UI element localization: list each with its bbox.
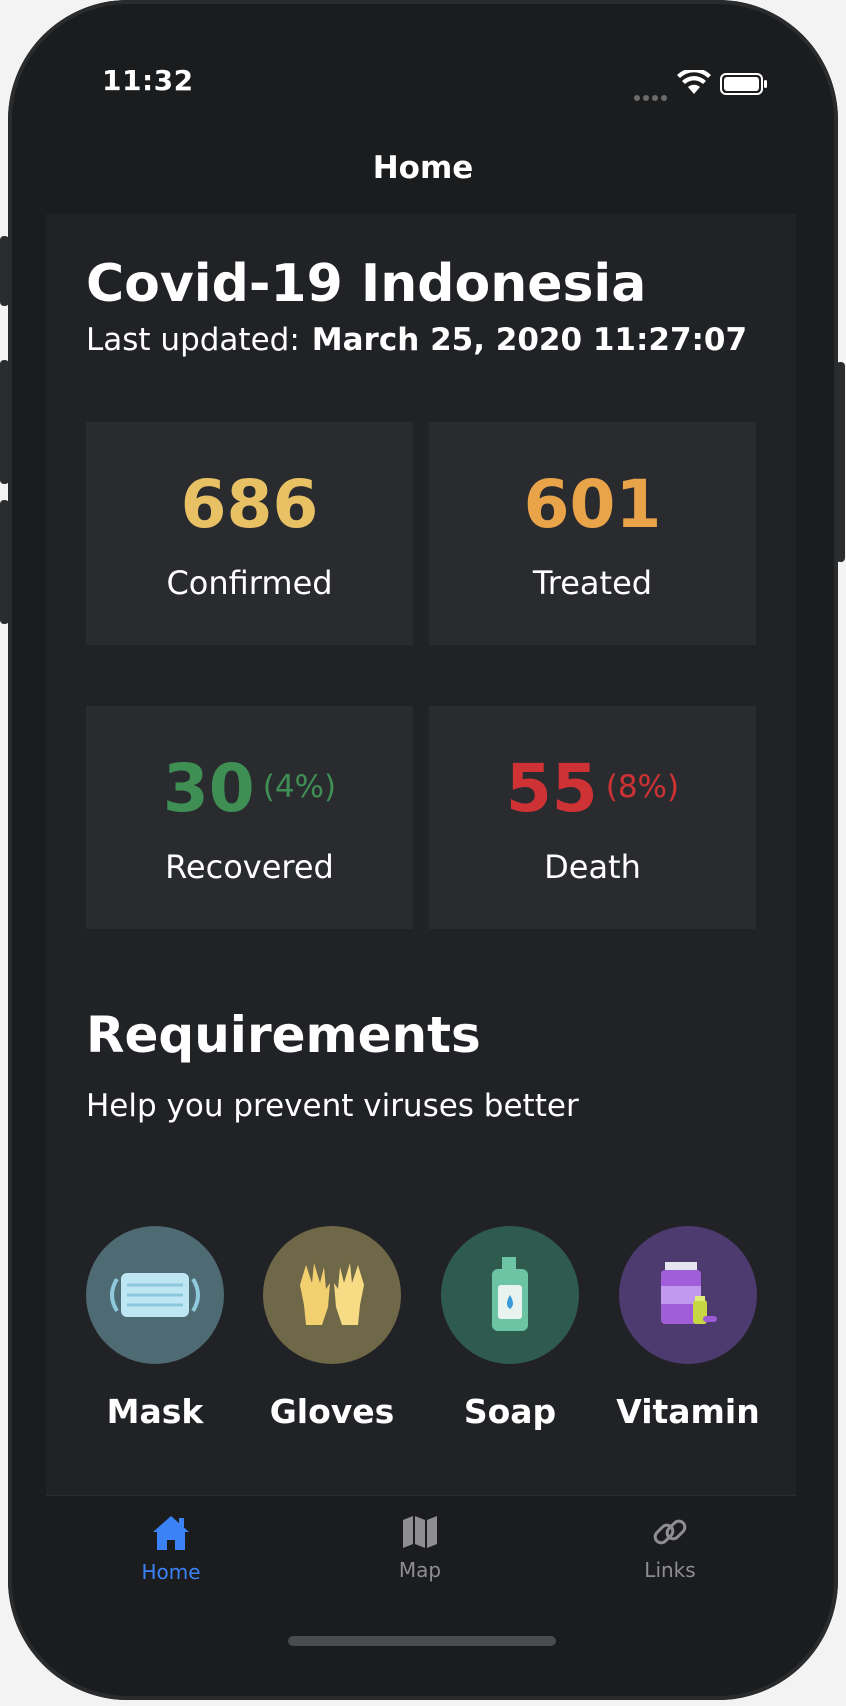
page-title: Covid-19 Indonesia [86,254,647,314]
nav-title: Home [372,150,474,186]
death-count: 55 [505,750,598,827]
death-label: Death [544,848,641,886]
cellular-signal-icon [634,86,670,105]
recovered-percent: (4%) [262,769,337,805]
tab-home[interactable]: Home [101,1514,241,1584]
device-power-button [836,362,845,562]
requirement-mask[interactable]: Mask [86,1226,224,1431]
wifi-icon [677,70,711,94]
requirements-subtitle: Help you prevent viruses better [86,1088,579,1124]
requirement-soap[interactable]: Soap [441,1226,579,1431]
stat-card-treated: 601 Treated [429,422,756,645]
confirmed-label: Confirmed [166,564,333,602]
requirement-soap-label: Soap [463,1392,557,1431]
requirement-vitamin-label: Vitamin [616,1392,760,1431]
requirement-gloves[interactable]: Gloves [263,1226,401,1431]
requirements-title: Requirements [86,1006,481,1064]
vitamin-icon [619,1226,757,1364]
status-bar: 11:32 [0,0,846,120]
tab-map[interactable]: Map [350,1514,490,1582]
requirement-vitamin[interactable]: Vitamin [616,1226,760,1431]
soap-icon [441,1226,579,1364]
requirement-mask-label: Mask [106,1392,204,1431]
device-volume-up [0,360,9,484]
mask-icon [86,1226,224,1364]
device-volume-down [0,500,9,624]
treated-label: Treated [532,564,653,602]
death-percent: (8%) [605,769,680,805]
home-icon [153,1516,189,1550]
tab-map-label: Map [398,1558,442,1582]
death-stat: 55 (8%) [429,750,756,827]
tab-home-label: Home [141,1560,201,1584]
recovered-label: Recovered [165,848,334,886]
tab-bar: Home Map Links [46,1495,796,1616]
last-updated-value: March 25, 2020 11:27:07 [311,322,748,358]
requirement-gloves-label: Gloves [269,1392,395,1431]
battery-icon [720,73,767,95]
treated-count: 601 [523,466,662,543]
recovered-stat: 30 (4%) [86,750,413,827]
map-icon [403,1516,437,1548]
link-icon [653,1519,687,1545]
stat-card-confirmed: 686 Confirmed [86,422,413,645]
stat-card-death: 55 (8%) Death [429,706,756,929]
device-side-button [0,236,9,306]
home-indicator[interactable] [288,1636,556,1646]
last-updated-label: Last updated: [86,322,300,358]
last-updated: Last updated: March 25, 2020 11:27:07 [86,322,747,358]
tab-links-label: Links [644,1558,696,1582]
confirmed-count: 686 [180,466,319,543]
tab-links[interactable]: Links [600,1514,740,1582]
status-time: 11:32 [102,64,194,97]
recovered-count: 30 [162,750,255,827]
gloves-icon [263,1226,401,1364]
stat-card-recovered: 30 (4%) Recovered [86,706,413,929]
